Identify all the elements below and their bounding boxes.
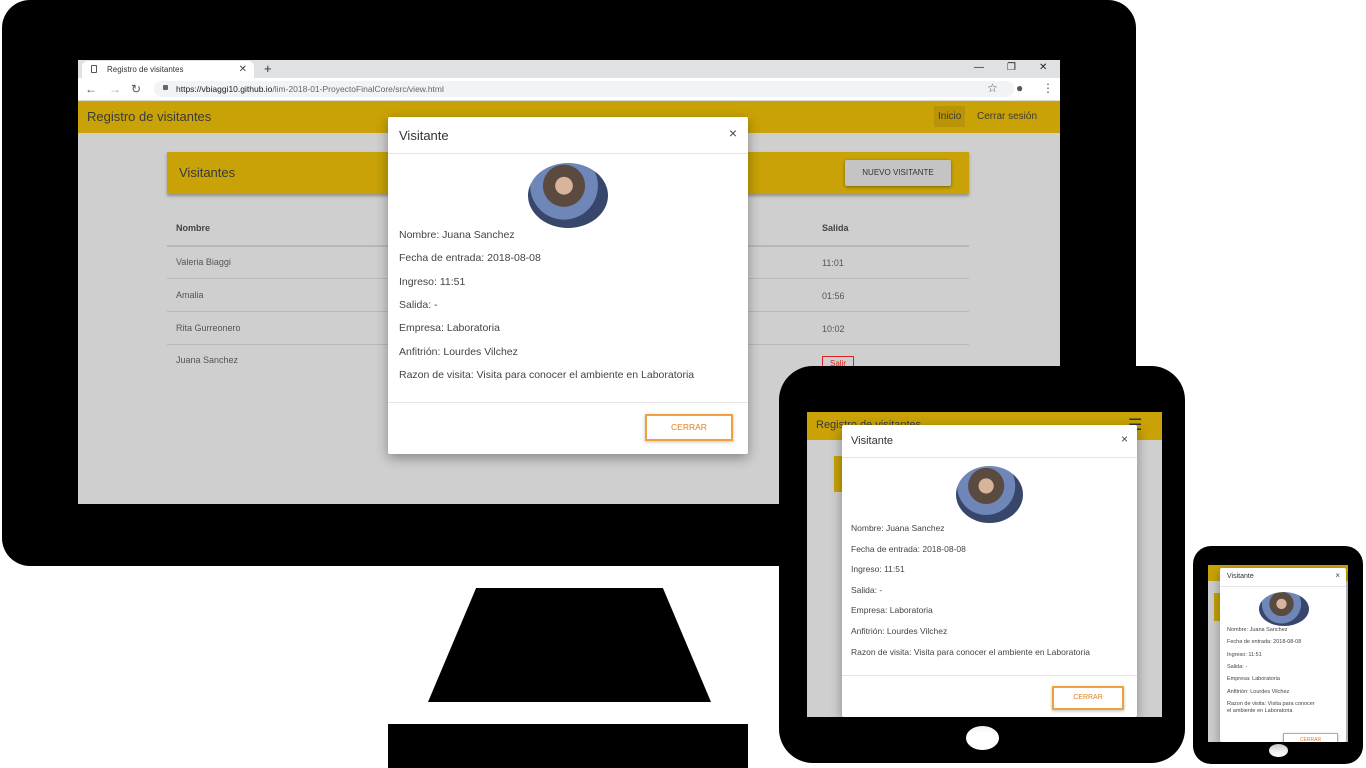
modal-footer (388, 402, 748, 403)
monitor-stand-neck (428, 588, 711, 702)
visitor-photo (528, 163, 608, 228)
visitor-modal-tablet: Visitante × Nombre: Juana Sanchez Fecha … (842, 425, 1137, 717)
table-row-name: Juana Sanchez (176, 355, 239, 365)
close-tab-icon[interactable]: ✕ (239, 61, 247, 78)
restore-icon[interactable]: ❐ (1007, 60, 1016, 76)
field-anfitrion: Anfitrión: Lourdes Vilchez (399, 346, 518, 358)
field-ingreso: Ingreso: 11:51 (399, 276, 466, 288)
phone-home-button[interactable] (1269, 744, 1288, 757)
table-row-name: Valeria Biaggi (176, 257, 231, 267)
modal-title: Visitante (399, 128, 449, 143)
visitor-photo (956, 466, 1023, 523)
star-icon[interactable]: ☆ (987, 80, 998, 96)
field-razon-line1: Razon de visita: Visita para conocer (1227, 701, 1315, 707)
field-empresa: Empresa: Laboratoria (851, 605, 933, 615)
field-razon-line2: el ambiente en Laboratoria (1227, 708, 1293, 714)
panel-title: Visitantes (179, 165, 236, 180)
minimize-icon[interactable]: — (974, 60, 984, 76)
nav-inicio[interactable]: Inicio (934, 106, 966, 127)
url-text: https://vbiaggi10.github.io/lim-2018-01-… (176, 84, 444, 94)
browser-address-bar: ← → ↻ https://vbiaggi10.github.io/lim-20… (78, 78, 1060, 101)
menu-dots-icon[interactable]: ⋮ (1042, 80, 1054, 96)
browser-tab-bar: Registro de visitantes ✕ + — ❐ ✕ (78, 60, 1060, 78)
field-nombre: Nombre: Juana Sanchez (399, 229, 515, 241)
field-salida: Salida: - (851, 585, 883, 595)
reload-icon[interactable]: ↻ (131, 81, 141, 97)
new-tab-icon[interactable]: + (264, 60, 272, 78)
nav-cerrar-sesion[interactable]: Cerrar sesión (973, 106, 1041, 127)
field-empresa: Empresa: Laboratoria (399, 322, 500, 334)
browser-tab[interactable]: Registro de visitantes ✕ (82, 61, 254, 78)
visitor-modal-desktop: Visitante × Nombre: Juana Sanchez Fecha … (388, 117, 748, 454)
close-window-icon[interactable]: ✕ (1039, 60, 1047, 76)
column-header-nombre: Nombre (176, 223, 211, 233)
modal-header: Visitante × (388, 117, 748, 154)
lock-icon (163, 85, 168, 90)
column-header-salida: Salida (822, 223, 849, 233)
table-row-name: Amalia (176, 290, 204, 300)
modal-footer (842, 675, 1137, 676)
field-ingreso: Ingreso: 11:51 (1227, 652, 1262, 658)
field-empresa: Empresa: Laboratoria (1227, 676, 1280, 682)
table-row-salida: 10:02 (822, 324, 845, 334)
modal-header: Visitante × (842, 425, 1137, 458)
account-icon[interactable]: ● (1016, 80, 1023, 96)
new-visitor-button[interactable]: NUEVO VISITANTE (845, 160, 951, 186)
field-salida: Salida: - (1227, 664, 1248, 670)
modal-close-icon[interactable]: × (1121, 432, 1128, 446)
cerrar-button[interactable]: CERRAR (1052, 686, 1124, 710)
visitor-photo (1259, 592, 1309, 626)
field-nombre: Nombre: Juana Sanchez (1227, 627, 1288, 633)
document-icon (91, 65, 97, 73)
table-row-salida: 01:56 (822, 291, 845, 301)
tablet-home-button[interactable] (966, 726, 999, 750)
cerrar-button[interactable]: CERRAR (645, 414, 733, 441)
field-salida: Salida: - (399, 299, 438, 311)
forward-icon[interactable]: → (109, 81, 121, 97)
field-fecha: Fecha de entrada: 2018-08-08 (399, 252, 541, 264)
modal-title: Visitante (851, 435, 893, 447)
visitor-modal-phone: Visitante × Nombre: Juana Sanchez Fecha … (1220, 568, 1346, 742)
field-razon: Razon de visita: Visita para conocer el … (399, 369, 695, 381)
field-razon: Razon de visita: Visita para conocer el … (851, 647, 1090, 657)
field-nombre: Nombre: Juana Sanchez (851, 523, 945, 533)
modal-close-icon[interactable]: × (1335, 571, 1340, 580)
field-fecha: Fecha de entrada: 2018-08-08 (1227, 639, 1302, 645)
modal-title: Visitante (1227, 573, 1254, 580)
field-anfitrion: Anfitrión: Lourdes Vilchez (1227, 689, 1290, 695)
table-row-name: Rita Gurreonero (176, 323, 241, 333)
field-anfitrion: Anfitrión: Lourdes Vilchez (851, 626, 948, 636)
field-fecha: Fecha de entrada: 2018-08-08 (851, 544, 966, 554)
field-ingreso: Ingreso: 11:51 (851, 564, 905, 574)
cerrar-button[interactable]: CERRAR (1283, 733, 1338, 742)
modal-header: Visitante × (1220, 568, 1346, 587)
app-title: Registro de visitantes (87, 109, 212, 124)
monitor-stand-base (388, 724, 748, 768)
modal-close-icon[interactable]: × (729, 125, 737, 141)
back-icon[interactable]: ← (85, 81, 97, 97)
browser-tab-title: Registro de visitantes (107, 65, 184, 74)
table-row-salida: 11:01 (822, 258, 844, 268)
url-input[interactable]: https://vbiaggi10.github.io/lim-2018-01-… (154, 81, 1014, 97)
